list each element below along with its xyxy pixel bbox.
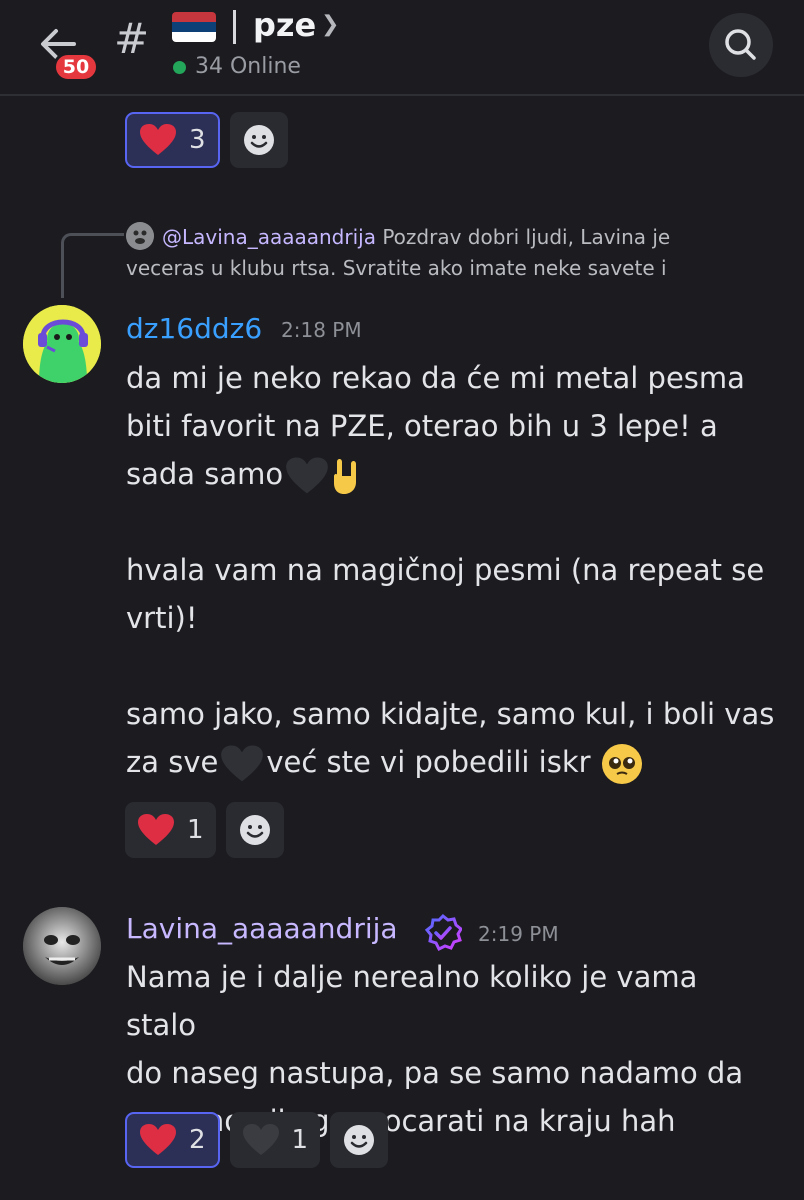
reaction-heart[interactable]: 2: [125, 1112, 220, 1168]
message-line: samo jako, samo kidajte, samo kul, i bol…: [126, 697, 775, 731]
reaction-count: 2: [189, 1125, 206, 1155]
reaction-bar: 1: [125, 802, 284, 858]
pleading-face-icon: [601, 744, 642, 784]
smiley-icon: [243, 125, 274, 155]
black-heart-icon: [286, 457, 328, 494]
title-divider: [233, 10, 236, 44]
channel-name[interactable]: pze: [253, 6, 316, 44]
reaction-count: 1: [187, 815, 204, 845]
message-line: biti favorit na PZE, oterao bih u 3 lepe…: [126, 409, 718, 443]
black-heart-icon: [221, 745, 264, 782]
rock-hand-icon: [334, 459, 357, 494]
reaction-heart[interactable]: 3: [125, 112, 220, 168]
red-heart-icon: [140, 1124, 176, 1155]
message-line: sada samo: [126, 457, 284, 491]
serbia-flag-icon: [172, 12, 216, 42]
message-line: da mi je neko rekao da će mi metal pesma: [126, 361, 745, 395]
smiley-icon: [239, 815, 270, 845]
reaction-heart[interactable]: 1: [125, 802, 216, 858]
avatar-lavina[interactable]: [23, 907, 101, 985]
add-reaction-button[interactable]: [330, 1112, 389, 1168]
message-line: hvala vam na magičnoj pesmi (na repeat s…: [126, 553, 765, 587]
reaction-black-heart[interactable]: 1: [229, 1112, 321, 1168]
reply-snippet-line1: Pozdrav dobri ljudi, Lavina je: [382, 225, 671, 249]
chevron-right-icon[interactable]: ❯: [321, 12, 339, 37]
add-reaction-button[interactable]: [229, 112, 288, 168]
smiley-icon: [344, 1125, 375, 1155]
reaction-bar: 2 1: [125, 1112, 389, 1168]
timestamp: 2:18 PM: [281, 318, 362, 342]
search-button[interactable]: [709, 13, 773, 77]
red-heart-icon: [140, 124, 176, 155]
verified-badge-icon: [424, 914, 462, 952]
reaction-bar: 3: [125, 112, 288, 168]
reply-connector: [61, 233, 124, 298]
message-line: vrti)!: [126, 601, 198, 635]
red-heart-icon: [138, 814, 174, 845]
reply-mention[interactable]: @Lavina_aaaaandrija: [162, 225, 376, 249]
message-line: do naseg nastupa, pa se samo nadamo da: [126, 1056, 744, 1090]
reaction-count: 1: [291, 1125, 309, 1155]
online-count: 34 Online: [195, 54, 301, 79]
channel-header: 50 # pze ❯ 34 Online: [0, 0, 804, 96]
hash-icon: #: [114, 14, 150, 63]
message-line: Nama je i dalje nerealno koliko je vama …: [126, 960, 707, 1042]
black-heart-icon: [242, 1124, 279, 1155]
online-indicator-icon: [173, 61, 186, 74]
username-dz16ddz6[interactable]: dz16ddz6: [126, 312, 262, 345]
search-icon: [725, 29, 756, 60]
timestamp: 2:19 PM: [478, 922, 559, 946]
message-line: već ste vi pobedili iskr: [266, 745, 591, 779]
username-lavina[interactable]: Lavina_aaaaandrija: [126, 912, 398, 945]
unread-badge: 50: [53, 52, 99, 82]
add-reaction-button[interactable]: [225, 802, 284, 858]
avatar-dz16ddz6[interactable]: [23, 305, 101, 383]
message-body: da mi je neko rekao da će mi metal pesma…: [126, 354, 776, 786]
reply-snippet-line2: veceras u klubu rtsa. Svratite ako imate…: [126, 256, 667, 280]
message-line: za sve: [126, 745, 219, 779]
reaction-count: 3: [189, 125, 206, 155]
reply-preview[interactable]: @Lavina_aaaaandrija Pozdrav dobri ljudi,…: [126, 222, 766, 284]
